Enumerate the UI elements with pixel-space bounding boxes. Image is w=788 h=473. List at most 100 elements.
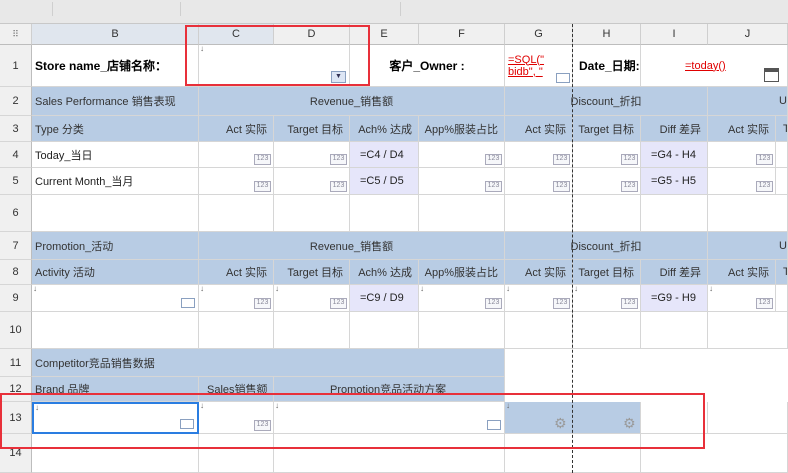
month-app-cell[interactable]: 123 bbox=[419, 168, 505, 195]
col-header-g[interactable]: G bbox=[505, 24, 573, 45]
competitor-sales-cell[interactable]: ↓ 123 bbox=[199, 402, 274, 434]
row-header-2[interactable]: 2 bbox=[0, 87, 32, 116]
store-name-label: Store name_店铺名称： bbox=[32, 45, 199, 87]
number-format-icon: 123 bbox=[621, 298, 638, 309]
sql-formula-cell[interactable]: =SQL(" bidb", " bbox=[505, 45, 573, 87]
row-header-6[interactable]: 6 bbox=[0, 195, 32, 232]
promo-diff-formula[interactable]: =G9 - H9 bbox=[641, 285, 708, 312]
month-next-act-cell[interactable]: 123 bbox=[708, 168, 776, 195]
empty-cell[interactable] bbox=[419, 312, 505, 349]
row-header-13[interactable]: 13 bbox=[0, 402, 32, 434]
empty-cell[interactable] bbox=[32, 195, 199, 232]
empty-cell[interactable] bbox=[708, 195, 788, 232]
col-header-c[interactable]: C bbox=[199, 24, 274, 45]
promo-app-cell[interactable]: ↓ 123 bbox=[419, 285, 505, 312]
empty-cell[interactable] bbox=[199, 195, 274, 232]
dropdown-arrow-icon[interactable]: ▼ bbox=[331, 71, 346, 83]
store-name-combobox[interactable]: ↓ ▼ bbox=[199, 45, 350, 87]
empty-cell[interactable] bbox=[641, 195, 708, 232]
empty-cell[interactable] bbox=[419, 195, 505, 232]
empty-cell[interactable] bbox=[708, 402, 788, 434]
cell-marker-icon: ↓ bbox=[420, 285, 424, 293]
today-diff-formula[interactable]: =G4 - H4 bbox=[641, 142, 708, 168]
row-header-8[interactable]: 8 bbox=[0, 260, 32, 285]
promo-act-cell[interactable]: ↓ 123 bbox=[199, 285, 274, 312]
brand-input-cell[interactable]: ↓ bbox=[32, 402, 199, 434]
row-header-1[interactable]: 1 bbox=[0, 45, 32, 87]
col-header-d[interactable]: D bbox=[274, 24, 350, 45]
month-discount-act-cell[interactable]: 123 bbox=[505, 168, 573, 195]
empty-cell[interactable] bbox=[274, 195, 350, 232]
col-header-h[interactable]: H bbox=[573, 24, 641, 45]
promo-next-cell[interactable] bbox=[776, 285, 788, 312]
ach-header: Ach% 达成 bbox=[350, 116, 419, 142]
brand-column-header: Brand 品牌 bbox=[32, 377, 199, 402]
empty-cell[interactable] bbox=[708, 312, 788, 349]
empty-cell[interactable] bbox=[350, 312, 419, 349]
competitor-promo-cell[interactable]: ↓ bbox=[274, 402, 505, 434]
today-ach-formula[interactable]: =C4 / D4 bbox=[350, 142, 419, 168]
empty-cell[interactable] bbox=[573, 195, 641, 232]
row-header-7[interactable]: 7 bbox=[0, 232, 32, 260]
number-format-icon: 123 bbox=[330, 181, 347, 192]
empty-cell[interactable] bbox=[350, 195, 419, 232]
empty-cell[interactable] bbox=[32, 312, 199, 349]
empty-cell[interactable] bbox=[505, 434, 641, 473]
empty-cell[interactable] bbox=[641, 312, 708, 349]
competitor-widget-cell[interactable]: ↓ ⚙ ⚙ bbox=[505, 402, 641, 434]
month-target-cell[interactable]: 123 bbox=[274, 168, 350, 195]
empty-cell[interactable] bbox=[641, 434, 788, 473]
col-header-j[interactable]: J bbox=[708, 24, 788, 45]
cell-marker-icon: ↓ bbox=[506, 402, 510, 410]
today-next-act-cell[interactable]: 123 bbox=[708, 142, 776, 168]
row-header-14[interactable]: 14 bbox=[0, 434, 32, 473]
empty-cell[interactable] bbox=[199, 312, 274, 349]
cell-marker-icon: ↓ bbox=[35, 403, 39, 412]
empty-cell[interactable] bbox=[274, 434, 505, 473]
select-all-corner[interactable]: ⠿ bbox=[0, 24, 32, 45]
empty-cell[interactable] bbox=[641, 402, 708, 434]
promo-ach-formula[interactable]: =C9 / D9 bbox=[350, 285, 419, 312]
row-header-11[interactable]: 11 bbox=[0, 349, 32, 377]
empty-cell[interactable] bbox=[32, 434, 199, 473]
empty-cell[interactable] bbox=[274, 312, 350, 349]
month-diff-formula[interactable]: =G5 - H5 bbox=[641, 168, 708, 195]
month-next-cell[interactable] bbox=[776, 168, 788, 195]
promo-target-cell[interactable]: ↓ 123 bbox=[274, 285, 350, 312]
promo-discount-act-cell[interactable]: ↓ 123 bbox=[505, 285, 573, 312]
empty-cell[interactable] bbox=[505, 195, 573, 232]
today-app-cell[interactable]: 123 bbox=[419, 142, 505, 168]
gear-icon[interactable]: ⚙ bbox=[554, 416, 568, 430]
row-header-3[interactable]: 3 bbox=[0, 116, 32, 142]
calendar-icon[interactable] bbox=[764, 68, 779, 82]
col-header-b[interactable]: B bbox=[32, 24, 199, 45]
gear-icon[interactable]: ⚙ bbox=[623, 416, 637, 430]
month-ach-formula[interactable]: =C5 / D5 bbox=[350, 168, 419, 195]
date-formula-cell[interactable]: =today() bbox=[641, 45, 788, 87]
empty-cell[interactable] bbox=[505, 312, 573, 349]
today-next-cell[interactable] bbox=[776, 142, 788, 168]
row-header-12[interactable]: 12 bbox=[0, 377, 32, 402]
today-target-cell[interactable]: 123 bbox=[274, 142, 350, 168]
activity-combobox[interactable]: ↓ bbox=[32, 285, 199, 312]
month-act-cell[interactable]: 123 bbox=[199, 168, 274, 195]
promo-revenue-group-header: Revenue_销售额 bbox=[199, 232, 505, 260]
today-act-cell[interactable]: 123 bbox=[199, 142, 274, 168]
empty-cell[interactable] bbox=[199, 434, 274, 473]
month-discount-target-cell[interactable]: 123 bbox=[573, 168, 641, 195]
number-format-icon: 123 bbox=[553, 154, 570, 165]
today-discount-act-cell[interactable]: 123 bbox=[505, 142, 573, 168]
promo-discount-target-cell[interactable]: ↓ 123 bbox=[573, 285, 641, 312]
col-header-f[interactable]: F bbox=[419, 24, 505, 45]
col-header-i[interactable]: I bbox=[641, 24, 708, 45]
row-header-4[interactable]: 4 bbox=[0, 142, 32, 168]
next-target-header: T bbox=[776, 116, 788, 142]
promo-next-act-cell[interactable]: ↓ 123 bbox=[708, 285, 776, 312]
today-discount-target-cell[interactable]: 123 bbox=[573, 142, 641, 168]
row-header-10[interactable]: 10 bbox=[0, 312, 32, 349]
row-header-9[interactable]: 9 bbox=[0, 285, 32, 312]
row-header-5[interactable]: 5 bbox=[0, 168, 32, 195]
cell-marker-icon: ↓ bbox=[574, 285, 578, 293]
col-header-e[interactable]: E bbox=[350, 24, 419, 45]
empty-cell[interactable] bbox=[573, 312, 641, 349]
